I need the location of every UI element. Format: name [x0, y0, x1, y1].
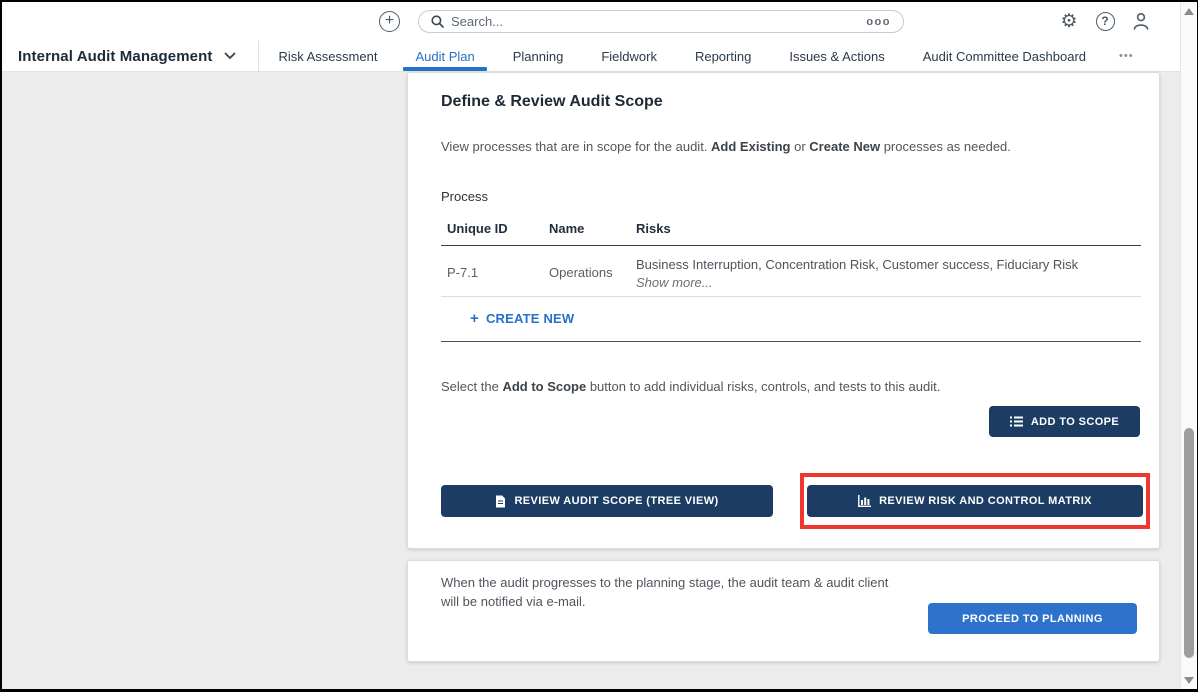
table-row-divider — [441, 296, 1141, 297]
gear-icon[interactable]: ⚙ — [1058, 10, 1080, 32]
highlight-annotation-box: REVIEW RISK AND CONTROL MATRIX — [800, 473, 1150, 529]
select-note-bold: Add to Scope — [502, 379, 586, 394]
search-input[interactable] — [451, 14, 866, 29]
tab-audit-plan-label: Audit Plan — [415, 49, 474, 64]
add-to-scope-button[interactable]: ADD TO SCOPE — [989, 406, 1140, 437]
review-risk-control-matrix-button[interactable]: REVIEW RISK AND CONTROL MATRIX — [807, 485, 1143, 517]
cell-unique-id: P-7.1 — [447, 265, 478, 280]
intro-mid: or — [790, 139, 809, 154]
proceed-to-planning-button[interactable]: PROCEED TO PLANNING — [928, 603, 1137, 634]
show-more-link[interactable]: Show more... — [636, 275, 713, 290]
chevron-down-icon — [224, 52, 236, 60]
column-header-unique-id: Unique ID — [447, 221, 508, 236]
top-bar: + ooo ⚙ ? — [2, 2, 1180, 41]
tab-audit-committee-dashboard[interactable]: Audit Committee Dashboard — [904, 41, 1105, 71]
list-icon — [1010, 416, 1023, 427]
tab-risk-assessment[interactable]: Risk Assessment — [259, 41, 396, 71]
audit-scope-card: Define & Review Audit Scope View process… — [407, 72, 1160, 549]
app-name: Internal Audit Management — [18, 48, 212, 65]
select-note: Select the Add to Scope button to add in… — [441, 379, 940, 394]
nav-tabs: Risk Assessment Audit Plan Planning Fiel… — [259, 41, 1147, 71]
intro-text: View processes that are in scope for the… — [441, 139, 1011, 154]
document-icon — [495, 495, 506, 508]
nav-bar: Internal Audit Management Risk Assessmen… — [2, 41, 1180, 72]
cell-risks: Business Interruption, Concentration Ris… — [636, 257, 1078, 272]
planning-note-line2: will be notified via e-mail. — [441, 594, 586, 609]
intro-pre: View processes that are in scope for the… — [441, 139, 711, 154]
tab-reporting[interactable]: Reporting — [676, 41, 770, 71]
tab-issues-actions[interactable]: Issues & Actions — [770, 41, 903, 71]
create-new-label: CREATE NEW — [486, 311, 574, 326]
app-viewport: + ooo ⚙ ? — [2, 2, 1197, 689]
planning-note-line1: When the audit progresses to the plannin… — [441, 575, 888, 590]
more-tabs-icon[interactable]: ••• — [1105, 41, 1148, 71]
topbar-actions: ⚙ ? — [1058, 10, 1152, 32]
review-matrix-label: REVIEW RISK AND CONTROL MATRIX — [879, 495, 1092, 507]
user-icon[interactable] — [1130, 10, 1152, 32]
page-scrollbar[interactable] — [1180, 2, 1197, 689]
search-shortcut-badge: ooo — [866, 16, 891, 28]
active-tab-underline — [403, 67, 486, 71]
tab-fieldwork[interactable]: Fieldwork — [582, 41, 676, 71]
select-note-post: button to add individual risks, controls… — [586, 379, 940, 394]
window-frame: + ooo ⚙ ? — [0, 0, 1198, 692]
tab-planning[interactable]: Planning — [494, 41, 583, 71]
help-icon[interactable]: ? — [1094, 10, 1116, 32]
intro-add-existing: Add Existing — [711, 139, 790, 154]
select-note-pre: Select the — [441, 379, 502, 394]
scrollbar-thumb[interactable] — [1184, 428, 1194, 658]
bar-chart-icon — [858, 495, 871, 507]
column-header-risks: Risks — [636, 221, 671, 236]
app-switcher[interactable]: Internal Audit Management — [2, 48, 236, 65]
add-new-icon[interactable]: + — [379, 11, 400, 32]
scroll-down-icon[interactable] — [1181, 673, 1197, 687]
review-tree-label: REVIEW AUDIT SCOPE (TREE VIEW) — [514, 495, 718, 507]
intro-create-new: Create New — [809, 139, 880, 154]
proceed-to-planning-card: When the audit progresses to the plannin… — [407, 560, 1160, 662]
table-header-divider — [441, 245, 1141, 246]
plus-icon: + — [470, 311, 479, 326]
review-audit-scope-tree-button[interactable]: REVIEW AUDIT SCOPE (TREE VIEW) — [441, 485, 773, 517]
tab-audit-plan[interactable]: Audit Plan — [396, 41, 493, 71]
intro-post: processes as needed. — [880, 139, 1011, 154]
page-title: Define & Review Audit Scope — [441, 93, 663, 111]
search-icon — [431, 15, 444, 28]
add-to-scope-label: ADD TO SCOPE — [1031, 416, 1119, 428]
process-field-label: Process — [441, 189, 488, 204]
column-header-name: Name — [549, 221, 584, 236]
search-box[interactable]: ooo — [418, 10, 904, 33]
create-new-button[interactable]: + CREATE NEW — [470, 311, 574, 326]
cell-name: Operations — [549, 265, 613, 280]
scroll-up-icon[interactable] — [1181, 4, 1197, 18]
table-bottom-divider — [441, 341, 1141, 342]
